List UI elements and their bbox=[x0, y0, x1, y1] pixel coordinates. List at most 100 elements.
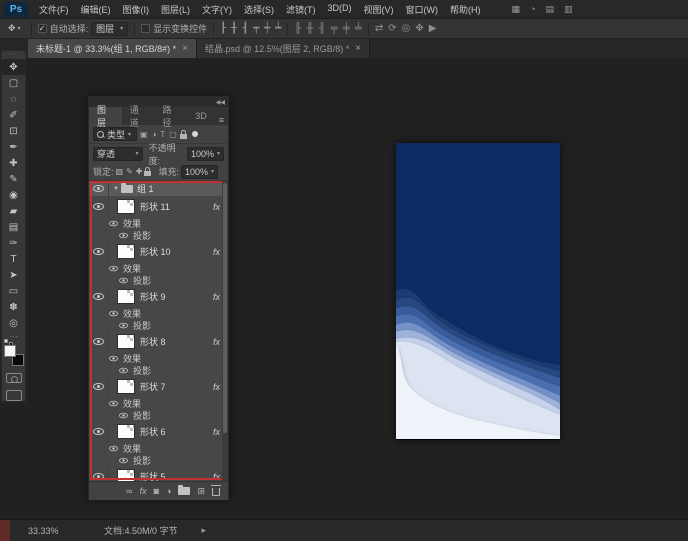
clone-stamp-tool[interactable]: ◉ bbox=[2, 187, 25, 203]
path-selection-tool[interactable]: ➤ bbox=[2, 267, 25, 283]
rectangular-marquee-tool[interactable]: ▢ bbox=[2, 75, 25, 91]
layer-row[interactable]: 形状 8 fx bbox=[89, 331, 228, 352]
eraser-tool[interactable]: ▰ bbox=[2, 203, 25, 219]
quick-mask-mode-button[interactable] bbox=[6, 373, 22, 384]
drop-shadow-row[interactable]: 投影 bbox=[89, 409, 228, 421]
scrollbar-thumb[interactable] bbox=[223, 183, 227, 433]
close-icon[interactable]: × bbox=[355, 43, 361, 54]
menu-item[interactable]: 选择(S) bbox=[239, 1, 279, 18]
rotate-view-icon[interactable]: ⟳ bbox=[388, 23, 396, 34]
new-layer-icon[interactable]: ⊞ bbox=[197, 486, 205, 497]
visibility-cell[interactable] bbox=[113, 229, 133, 241]
gradient-tool[interactable]: ▤ bbox=[2, 219, 25, 235]
visibility-cell[interactable] bbox=[113, 454, 133, 466]
drop-shadow-row[interactable]: 投影 bbox=[89, 319, 228, 331]
foreground-color-swatch[interactable] bbox=[4, 345, 16, 357]
effects-row[interactable]: 效果 bbox=[89, 442, 228, 454]
lock-image-pixels-icon[interactable]: ✎ bbox=[126, 167, 133, 176]
tab-paths[interactable]: 路径 bbox=[154, 107, 187, 125]
menu-item[interactable]: 滤镜(T) bbox=[281, 1, 321, 18]
screen-mode-button[interactable] bbox=[6, 390, 22, 401]
link-layers-icon[interactable]: ∞ bbox=[126, 486, 132, 496]
stock-icon[interactable]: ◔ bbox=[530, 4, 535, 15]
eyedropper-tool[interactable]: ✒ bbox=[2, 139, 25, 155]
delete-layer-icon[interactable] bbox=[212, 488, 220, 496]
lock-position-icon[interactable]: ✚ bbox=[136, 167, 143, 176]
menu-item[interactable]: 窗口(W) bbox=[401, 1, 444, 18]
layer-thumbnail[interactable] bbox=[117, 379, 135, 394]
fx-badge[interactable]: fx bbox=[213, 202, 220, 212]
panel-menu-icon[interactable]: ≡ bbox=[215, 115, 228, 125]
visibility-cell[interactable] bbox=[89, 376, 109, 397]
menu-item[interactable]: 图层(L) bbox=[156, 1, 195, 18]
drop-shadow-row[interactable]: 投影 bbox=[89, 454, 228, 466]
menu-item[interactable]: 图像(I) bbox=[118, 1, 155, 18]
menu-item[interactable]: 帮助(H) bbox=[445, 1, 486, 18]
menu-item[interactable]: 视图(V) bbox=[359, 1, 399, 18]
effects-row[interactable]: 效果 bbox=[89, 262, 228, 274]
type-tool[interactable]: T bbox=[2, 251, 25, 267]
drop-shadow-row[interactable]: 投影 bbox=[89, 229, 228, 241]
layer-row[interactable]: 形状 9 fx bbox=[89, 286, 228, 307]
menu-item[interactable]: 3D(D) bbox=[323, 1, 357, 18]
scrollbar[interactable] bbox=[222, 181, 228, 481]
lock-all-icon[interactable] bbox=[144, 171, 151, 176]
layer-thumbnail[interactable] bbox=[117, 244, 135, 259]
show-transform-controls-checkbox[interactable] bbox=[141, 24, 150, 33]
new-group-icon[interactable] bbox=[178, 487, 190, 495]
lasso-tool[interactable]: ◌ bbox=[2, 91, 25, 107]
fx-badge[interactable]: fx bbox=[213, 337, 220, 347]
document-tab-untitled[interactable]: 未标题-1 @ 33.3%(组 1, RGB/8#) * × bbox=[28, 39, 197, 58]
zoom-tool[interactable]: ◎ bbox=[2, 315, 25, 331]
fx-badge[interactable]: fx bbox=[213, 382, 220, 392]
chevron-down-icon[interactable]: ▼ bbox=[113, 186, 119, 192]
menu-item[interactable]: 文件(F) bbox=[34, 1, 74, 18]
layer-row[interactable]: 形状 11 fx bbox=[89, 196, 228, 217]
layer-row[interactable]: 形状 7 fx bbox=[89, 376, 228, 397]
align-right-edges-icon[interactable]: ┨ bbox=[242, 23, 248, 34]
fx-badge[interactable]: fx bbox=[213, 247, 220, 257]
visibility-cell[interactable] bbox=[113, 409, 133, 421]
visibility-cell[interactable] bbox=[103, 217, 123, 229]
layer-thumbnail[interactable] bbox=[117, 334, 135, 349]
distribute-bottom-edges-icon[interactable]: ╧ bbox=[355, 23, 362, 34]
status-options-chevron[interactable]: ▸ bbox=[202, 525, 207, 536]
layer-thumbnail[interactable] bbox=[117, 469, 135, 481]
add-layer-style-icon[interactable]: fx bbox=[140, 486, 147, 496]
align-left-edges-icon[interactable]: ┠ bbox=[220, 23, 226, 34]
align-top-edges-icon[interactable]: ┯ bbox=[253, 23, 259, 34]
visibility-cell[interactable] bbox=[89, 196, 109, 217]
pen-tool[interactable]: ✑ bbox=[2, 235, 25, 251]
drop-shadow-row[interactable]: 投影 bbox=[89, 274, 228, 286]
new-adjustment-layer-icon[interactable]: ◑ bbox=[166, 486, 171, 496]
visibility-cell[interactable] bbox=[103, 352, 123, 364]
visibility-cell[interactable] bbox=[89, 286, 109, 307]
fx-badge[interactable]: fx bbox=[213, 427, 220, 437]
orbit-3d-icon[interactable]: ◎ bbox=[402, 23, 411, 34]
add-layer-mask-icon[interactable]: ◙ bbox=[154, 486, 159, 496]
fx-badge[interactable]: fx bbox=[213, 472, 220, 482]
blend-mode-dropdown[interactable]: 穿透 ▾ bbox=[93, 147, 143, 161]
visibility-cell[interactable] bbox=[89, 241, 109, 262]
document-tab-crystal[interactable]: 结晶.psd @ 12.5%(图层 2, RGB/8) * × bbox=[197, 39, 370, 58]
healing-brush-tool[interactable]: ✚ bbox=[2, 155, 25, 171]
bridge-icon[interactable]: ▦ bbox=[512, 4, 521, 15]
opacity-field[interactable]: 100% ▾ bbox=[187, 147, 224, 161]
layer-row[interactable]: 形状 5 fx bbox=[89, 466, 228, 481]
pan-3d-icon[interactable]: ✥ bbox=[415, 23, 423, 34]
visibility-cell[interactable] bbox=[89, 466, 109, 481]
visibility-cell[interactable] bbox=[89, 421, 109, 442]
zoom-level-field[interactable]: 33.33% bbox=[28, 526, 76, 536]
distribute-horizontal-centers-icon[interactable]: ╫ bbox=[306, 23, 313, 34]
distribute-top-edges-icon[interactable]: ╤ bbox=[331, 23, 338, 34]
effects-row[interactable]: 效果 bbox=[89, 307, 228, 319]
drop-shadow-row[interactable]: 投影 bbox=[89, 364, 228, 376]
fx-badge[interactable]: fx bbox=[213, 292, 220, 302]
layer-thumbnail[interactable] bbox=[117, 424, 135, 439]
auto-select-target-dropdown[interactable]: 图层 ▾ bbox=[91, 22, 128, 36]
menu-item[interactable]: 编辑(E) bbox=[76, 1, 116, 18]
layer-thumbnail[interactable] bbox=[117, 199, 135, 214]
visibility-cell[interactable] bbox=[113, 274, 133, 286]
visibility-cell[interactable] bbox=[103, 397, 123, 409]
layer-thumbnail[interactable] bbox=[117, 289, 135, 304]
